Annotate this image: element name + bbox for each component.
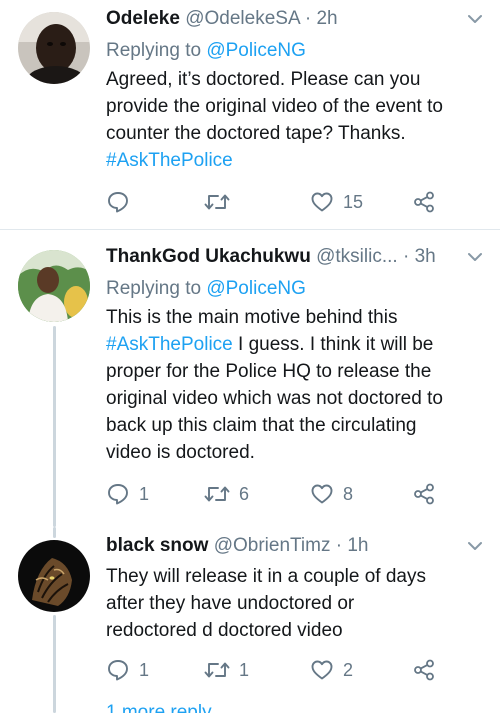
share-button[interactable] [412,481,436,507]
tweet-actions: 15 [106,189,466,215]
tweet-odeleke[interactable]: Odeleke @OdelekeSA · 2h Replying to @Pol… [0,0,500,229]
reply-button[interactable]: 1 [106,657,149,683]
avatar-image [18,250,90,322]
retweet-button[interactable]: 1 [204,657,249,683]
tweet-header: ThankGod Ukachukwu @tksilic... · 3h [106,244,470,270]
retweet-button[interactable]: 6 [204,481,249,507]
text-line: counter the doctored tape? Thanks. [106,123,406,144]
retweet-button[interactable] [204,189,239,215]
like-button[interactable]: 15 [310,189,363,215]
reply-icon [108,484,128,505]
text-line: original video which was not doctored to [106,388,443,409]
text-line: after they have undoctored or [106,593,355,614]
timestamp[interactable]: 3h [415,246,436,267]
tweet-black-snow[interactable]: black snow @ObrienTimz · 1h They will re… [0,527,500,713]
thread-connector [53,527,56,538]
reply-count: 1 [139,660,150,680]
thread-connector [53,615,56,713]
text-line: Agreed, it’s doctored. Please can you [106,69,421,90]
separator: · [299,8,317,29]
retweet-count: 1 [239,660,250,680]
text-fragment: I guess. I think it will be [232,334,434,355]
reply-count: 1 [139,484,150,504]
tweet-header: Odeleke @OdelekeSA · 2h [106,6,470,32]
heart-icon [311,484,333,504]
share-button[interactable] [412,657,436,683]
timestamp[interactable]: 1h [347,535,368,556]
text-line: This is the main motive behind this [106,307,398,328]
text-line: They will release it in a couple of days [106,566,426,587]
hashtag-link[interactable]: #AskThePolice [106,334,233,355]
reply-icon [108,192,128,213]
chevron-down-icon[interactable] [468,252,482,262]
text-line: back up this claim that the circulating [106,415,417,436]
text-line: redoctored d doctored video [106,620,343,641]
avatar[interactable] [18,250,90,322]
display-name[interactable]: black snow [106,535,208,556]
share-icon [414,483,434,505]
replying-to-prefix: Replying to [106,278,207,299]
text-line: #AskThePolice I guess. I think it will b… [106,331,491,358]
user-handle[interactable]: @ObrienTimz [214,535,331,556]
retweet-icon [204,486,230,502]
tweet-header: black snow @ObrienTimz · 1h [106,533,470,559]
text-line: video is doctored. [106,442,255,463]
avatar-image [18,12,90,84]
avatar[interactable] [18,12,90,84]
user-handle[interactable]: @OdelekeSA [185,8,299,29]
replying-to: Replying to @PoliceNG [106,276,306,302]
tweet-actions: 1 6 8 [106,481,466,507]
retweet-icon [204,662,230,678]
tweet-thankgod[interactable]: ThankGod Ukachukwu @tksilic... · 3h Repl… [0,230,500,527]
thread-connector [53,326,56,527]
separator: · [397,246,415,267]
avatar-image [18,540,90,612]
timestamp[interactable]: 2h [316,8,337,29]
separator: · [330,535,348,556]
heart-icon [311,660,333,680]
like-button[interactable]: 8 [310,481,353,507]
replying-to: Replying to @PoliceNG [106,38,306,64]
tweet-actions: 1 1 2 [106,657,466,683]
mention-link[interactable]: @PoliceNG [206,278,306,299]
display-name[interactable]: Odeleke [106,8,180,29]
replying-to-prefix: Replying to [106,40,207,61]
text-line: proper for the Police HQ to release the [106,361,432,382]
display-name[interactable]: ThankGod Ukachukwu [106,246,311,267]
chevron-down-icon[interactable] [468,541,482,551]
user-handle[interactable]: @tksilic... [316,246,398,267]
retweet-icon [204,194,230,210]
like-count: 8 [343,484,354,504]
tweet-text: Agreed, it’s doctored. Please can you pr… [106,66,491,174]
share-icon [414,659,434,681]
like-button[interactable]: 2 [310,657,353,683]
tweet-text: They will release it in a couple of days… [106,563,491,644]
share-icon [414,191,434,213]
like-count: 2 [343,660,354,680]
avatar[interactable] [18,540,90,612]
reply-button[interactable]: 1 [106,481,149,507]
more-replies-link[interactable]: 1 more reply [106,700,212,713]
share-button[interactable] [412,189,436,215]
heart-icon [311,192,333,212]
reply-icon [108,660,128,681]
text-line: provide the original video of the event … [106,96,443,117]
like-count: 15 [343,192,364,212]
retweet-count: 6 [239,484,250,504]
chevron-down-icon[interactable] [468,14,482,24]
mention-link[interactable]: @PoliceNG [206,40,306,61]
reply-button[interactable] [106,189,139,215]
tweet-text: This is the main motive behind this #Ask… [106,304,491,466]
hashtag-link[interactable]: #AskThePolice [106,147,491,174]
